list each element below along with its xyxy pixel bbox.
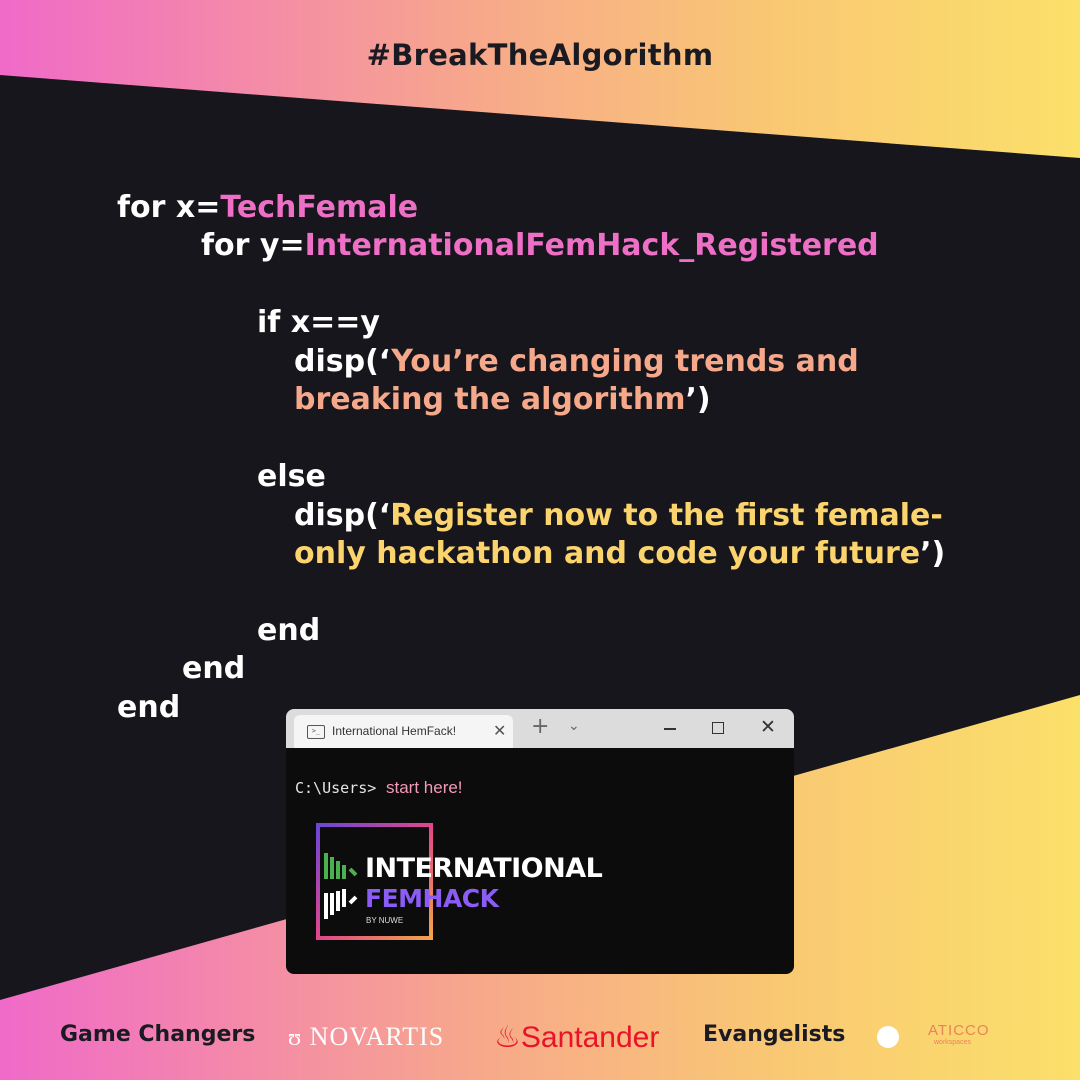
code-line-5: breaking the algorithm’) bbox=[294, 381, 711, 419]
logo-text-by-nuwe: BY NUWE bbox=[366, 916, 404, 925]
terminal-titlebar: >_ International HemFack! ✕ + ⌄ ✕ bbox=[286, 709, 794, 748]
code-keyword: disp(‘ bbox=[294, 498, 391, 533]
code-end-1: end bbox=[257, 613, 321, 648]
logo-text-international: INTERNATIONAL bbox=[365, 853, 603, 884]
terminal-icon: >_ bbox=[307, 725, 325, 739]
logo-text-femhack: FEMHACK bbox=[365, 884, 499, 913]
hashtag-title: #BreakTheAlgorithm bbox=[366, 38, 714, 72]
flame-icon: ʊ bbox=[288, 1025, 303, 1051]
code-keyword: ’) bbox=[920, 536, 946, 571]
code-keyword: for x= bbox=[117, 190, 221, 225]
maximize-icon[interactable] bbox=[712, 722, 724, 734]
code-line-1: for x=TechFemale bbox=[117, 189, 418, 227]
code-value: InternationalFemHack_Registered bbox=[304, 228, 879, 263]
game-changers-label: Game Changers bbox=[60, 1022, 256, 1047]
code-line-2: for y=InternationalFemHack_Registered bbox=[201, 227, 879, 265]
code-line-6: else bbox=[257, 459, 326, 494]
logo-play-icon bbox=[324, 853, 358, 919]
novartis-text: NOVARTIS bbox=[309, 1022, 445, 1051]
terminal-tab[interactable]: >_ International HemFack! ✕ bbox=[294, 715, 513, 748]
terminal-command[interactable]: start here! bbox=[386, 778, 463, 798]
aticco-subtitle: workspaces bbox=[934, 1039, 971, 1046]
santander-logo: ♨Santander bbox=[494, 1020, 659, 1055]
code-end-2: end bbox=[182, 651, 246, 686]
evangelists-label: Evangelists bbox=[703, 1022, 846, 1047]
window-close-icon[interactable]: ✕ bbox=[760, 716, 776, 738]
novartis-logo: ʊ NOVARTIS bbox=[288, 1022, 444, 1052]
close-icon[interactable]: ✕ bbox=[493, 721, 506, 740]
aticco-logo: ATICCO bbox=[928, 1022, 990, 1039]
terminal-window: >_ International HemFack! ✕ + ⌄ ✕ C:\Use… bbox=[286, 709, 794, 974]
code-line-8: only hackathon and code your future’) bbox=[294, 535, 945, 573]
plus-icon[interactable]: + bbox=[531, 715, 549, 739]
code-keyword: disp(‘ bbox=[294, 344, 392, 379]
code-keyword: for y= bbox=[201, 228, 305, 263]
santander-text: Santander bbox=[520, 1021, 660, 1054]
code-string: only hackathon and code your future bbox=[294, 536, 921, 571]
partner-logo bbox=[877, 1026, 899, 1048]
santander-flame-icon: ♨ bbox=[494, 1021, 521, 1054]
code-string: Register now to the first female- bbox=[390, 498, 943, 533]
code-value: TechFemale bbox=[220, 190, 419, 225]
tab-title: International HemFack! bbox=[332, 724, 457, 738]
code-line-4: disp(‘You’re changing trends and bbox=[294, 343, 859, 381]
code-string: breaking the algorithm bbox=[294, 382, 686, 417]
terminal-prompt: C:\Users> bbox=[295, 779, 377, 797]
code-line-3: if x==y bbox=[257, 305, 380, 340]
code-keyword: ’) bbox=[685, 382, 711, 417]
code-end-3: end bbox=[117, 690, 181, 725]
chevron-down-icon[interactable]: ⌄ bbox=[568, 718, 580, 734]
code-line-7: disp(‘Register now to the first female- bbox=[294, 497, 943, 535]
minimize-icon[interactable] bbox=[664, 728, 676, 730]
code-string: You’re changing trends and bbox=[391, 344, 859, 379]
